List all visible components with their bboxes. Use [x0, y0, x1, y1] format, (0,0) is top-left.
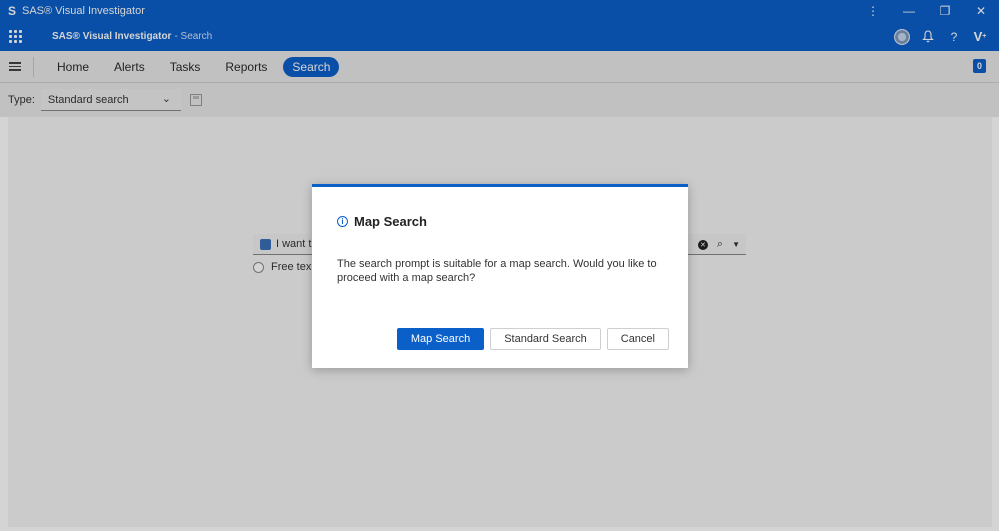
- standard-search-button[interactable]: Standard Search: [490, 328, 601, 350]
- map-search-button[interactable]: Map Search: [396, 328, 485, 350]
- dialog-message: The search prompt is suitable for a map …: [337, 258, 657, 284]
- dialog-header: i Map Search: [337, 214, 427, 229]
- info-icon: i: [337, 216, 348, 227]
- dialog-buttons: Map Search Standard Search Cancel: [396, 328, 669, 350]
- dialog-title: Map Search: [354, 214, 427, 229]
- map-search-dialog: i Map Search The search prompt is suitab…: [312, 184, 688, 368]
- cancel-button[interactable]: Cancel: [606, 328, 669, 350]
